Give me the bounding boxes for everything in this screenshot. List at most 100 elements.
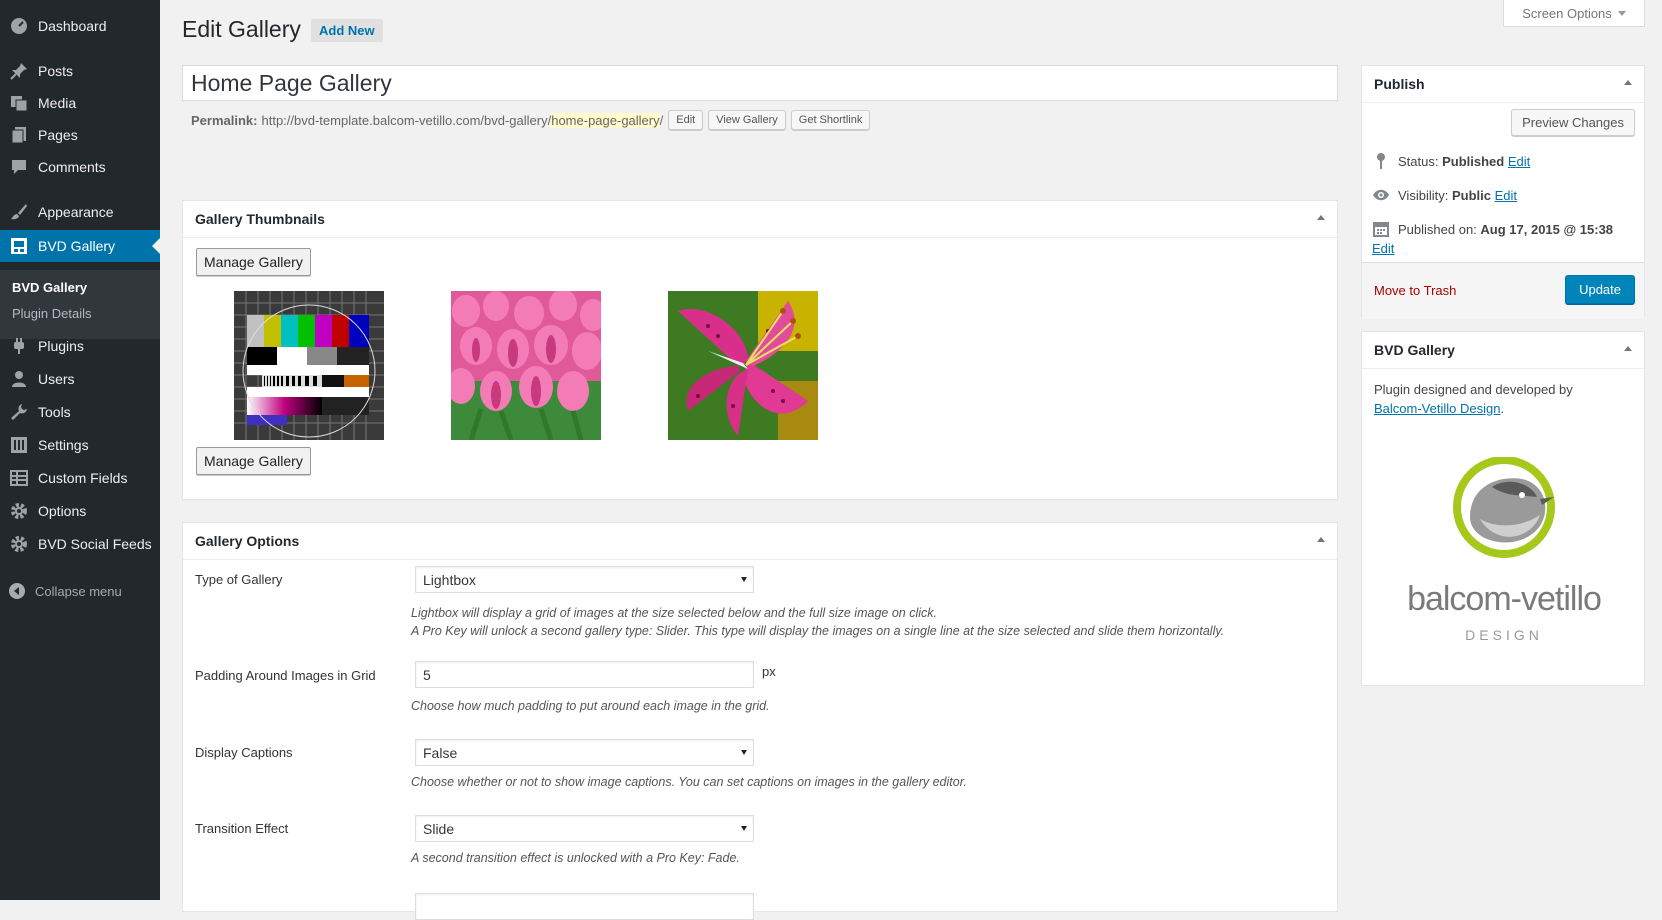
collapse-toggle-icon[interactable]: [1624, 80, 1632, 85]
sidebar-item-label: Tools: [38, 404, 71, 420]
user-icon: [9, 369, 29, 389]
view-gallery-button[interactable]: View Gallery: [708, 110, 786, 130]
media-icon: [9, 93, 29, 113]
transition-effect-label: Transition Effect: [195, 821, 289, 836]
paintbrush-icon: [9, 202, 29, 222]
box-header[interactable]: Publish: [1362, 66, 1644, 103]
permalink-label: Permalink:: [191, 112, 258, 128]
sidebar-item-label: Custom Fields: [38, 470, 128, 486]
sidebar-item-label: Dashboard: [38, 18, 107, 34]
collapse-toggle-icon[interactable]: [1624, 346, 1632, 351]
publish-actions: Move to Trash Update: [1362, 262, 1644, 319]
preview-changes-button[interactable]: Preview Changes: [1511, 109, 1635, 136]
published-on-value: Aug 17, 2015 @ 15:38: [1480, 221, 1614, 237]
wrench-icon: [9, 402, 29, 422]
move-to-trash-link[interactable]: Move to Trash: [1374, 283, 1456, 298]
padding-input[interactable]: [415, 661, 754, 688]
status-row: Status: Published Edit: [1372, 152, 1530, 170]
eye-icon: [1372, 186, 1390, 204]
sidebar-item-pages[interactable]: Pages: [0, 119, 160, 151]
sidebar-item-comments[interactable]: Comments: [0, 151, 160, 183]
display-captions-description: Choose whether or not to show image capt…: [411, 775, 967, 789]
box-title: Gallery Thumbnails: [195, 211, 325, 227]
credit-line: Plugin designed and developed by: [1374, 382, 1573, 397]
table-icon: [9, 468, 29, 488]
page-title: Edit Gallery: [182, 16, 301, 42]
triangle-down-icon: [1617, 10, 1626, 16]
box-header[interactable]: BVD Gallery: [1362, 332, 1644, 369]
gallery-thumbnail-test-pattern[interactable]: [234, 291, 384, 440]
submenu-item-plugin-details[interactable]: Plugin Details: [12, 306, 92, 321]
manage-gallery-button[interactable]: Manage Gallery: [196, 248, 311, 276]
sidebar-submenu: BVD Gallery Plugin Details: [0, 270, 160, 339]
gallery-options-box: Gallery Options Type of Gallery Lightbox…: [182, 522, 1338, 920]
plug-icon: [9, 336, 29, 356]
box-title: Gallery Options: [195, 533, 300, 549]
screen-options-button[interactable]: Screen Options: [1503, 0, 1645, 27]
logo-subtitle: DESIGN: [1465, 627, 1543, 643]
sidebar-item-plugins[interactable]: Plugins: [0, 330, 160, 362]
collapse-arrow-icon: [9, 583, 25, 599]
screen-options-label: Screen Options: [1522, 5, 1612, 21]
collapse-toggle-icon[interactable]: [1317, 215, 1325, 220]
box-header[interactable]: Gallery Thumbnails: [183, 201, 1337, 238]
select-value: False: [423, 744, 458, 761]
calendar-icon: [1372, 220, 1390, 238]
select-value: Lightbox: [423, 571, 476, 588]
sidebar-item-users[interactable]: Users: [0, 363, 160, 395]
type-of-gallery-select[interactable]: Lightbox: [415, 566, 754, 593]
sidebar-item-dashboard[interactable]: Dashboard: [0, 10, 160, 42]
permalink-slug[interactable]: home-page-gallery: [551, 112, 660, 128]
update-button[interactable]: Update: [1565, 275, 1635, 304]
collapse-toggle-icon[interactable]: [1317, 537, 1325, 542]
dropdown-arrow-icon: [741, 577, 747, 582]
visibility-value: Public: [1451, 187, 1491, 203]
get-shortlink-button[interactable]: Get Shortlink: [790, 110, 871, 130]
permalink-end: /: [659, 112, 664, 128]
balcom-vetillo-link[interactable]: Balcom-Vetillo Design: [1374, 401, 1500, 416]
sidebar-item-bvd-social-feeds[interactable]: BVD Social Feeds: [0, 528, 160, 560]
box-title: BVD Gallery: [1374, 342, 1455, 358]
edit-date-link[interactable]: Edit: [1372, 241, 1394, 256]
sidebar-item-label: Media: [38, 95, 77, 111]
box-title: Publish: [1374, 76, 1425, 92]
manage-gallery-button-bottom[interactable]: Manage Gallery: [196, 447, 311, 475]
display-captions-select[interactable]: False: [415, 739, 754, 766]
sidebar-item-bvd-gallery[interactable]: BVD Gallery: [0, 230, 160, 262]
sidebar-item-appearance[interactable]: Appearance: [0, 196, 160, 228]
sidebar-item-tools[interactable]: Tools: [0, 396, 160, 428]
edit-status-link[interactable]: Edit: [1508, 154, 1530, 169]
submenu-item-bvd-gallery[interactable]: BVD Gallery: [12, 280, 87, 295]
sidebar-item-media[interactable]: Media: [0, 87, 160, 119]
sidebar-item-label: Settings: [38, 437, 89, 453]
sidebar-item-settings[interactable]: Settings: [0, 429, 160, 461]
sidebar-item-label: Users: [38, 371, 75, 387]
sidebar-item-label: Pages: [38, 127, 78, 143]
collapse-menu-button[interactable]: Collapse menu: [9, 583, 122, 599]
status-label: Status:: [1398, 153, 1439, 169]
gear-icon: [9, 501, 29, 521]
permalink-base: http://bvd-template.balcom-vetillo.com/b…: [261, 112, 552, 128]
visibility-row: Visibility: Public Edit: [1372, 186, 1517, 204]
next-option-select[interactable]: [415, 893, 754, 920]
sidebar-item-label: Comments: [38, 159, 106, 175]
dropdown-arrow-icon: [741, 750, 747, 755]
gallery-icon: [9, 236, 29, 256]
gallery-thumbnail-lily[interactable]: [668, 291, 818, 440]
pages-icon: [9, 125, 29, 145]
dropdown-arrow-icon: [741, 826, 747, 831]
add-new-button[interactable]: Add New: [311, 19, 383, 42]
edit-visibility-link[interactable]: Edit: [1495, 188, 1517, 203]
sidebar-item-custom-fields[interactable]: Custom Fields: [0, 462, 160, 494]
transition-effect-select[interactable]: Slide: [415, 815, 754, 842]
visibility-label: Visibility:: [1398, 187, 1449, 203]
sidebar-item-posts[interactable]: Posts: [0, 55, 160, 87]
box-header[interactable]: Gallery Options: [183, 523, 1337, 560]
edit-slug-button[interactable]: Edit: [668, 110, 704, 130]
padding-description: Choose how much padding to put around ea…: [411, 699, 770, 713]
gallery-thumbnail-tulips[interactable]: [451, 291, 601, 440]
sidebar-item-options[interactable]: Options: [0, 495, 160, 527]
post-title-input[interactable]: [182, 65, 1338, 101]
sidebar-item-label: Options: [38, 503, 87, 519]
dashboard-icon: [9, 16, 29, 36]
